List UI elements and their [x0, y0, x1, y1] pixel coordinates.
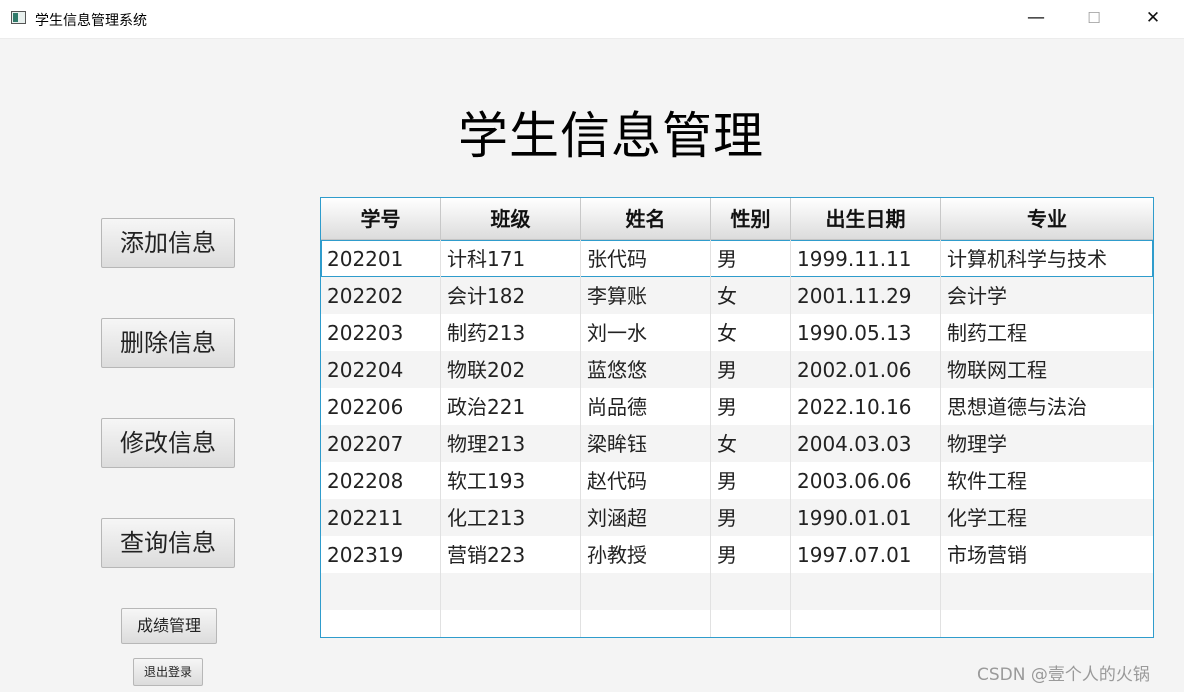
- table-cell: 化工213: [441, 499, 581, 536]
- watermark: CSDN @壹个人的火锅: [977, 665, 1150, 685]
- table-cell: [581, 573, 711, 610]
- table-cell: 孙教授: [581, 536, 711, 573]
- table-cell: 制药工程: [947, 321, 1027, 345]
- maximize-button[interactable]: ☐: [1065, 0, 1123, 38]
- table-cell: 男: [711, 462, 791, 499]
- column-header-name[interactable]: 姓名: [581, 198, 711, 239]
- table-cell: 赵代码: [581, 462, 711, 499]
- table-row[interactable]: 202201 计科171 张代码男 1999.11.11 计算机科学与技术: [321, 240, 1153, 277]
- table-cell: 202319: [321, 536, 441, 573]
- table-cell: 女: [711, 425, 791, 462]
- table-row[interactable]: 202206 政治221 尚品德男 2022.10.16 思想道德与法治: [321, 388, 1153, 425]
- table-cell: 202208: [321, 462, 441, 499]
- table-cell: 尚品德: [581, 388, 711, 425]
- query-info-button[interactable]: 查询信息: [101, 518, 235, 568]
- table-cell: 男: [711, 240, 791, 277]
- table-row-empty[interactable]: [321, 610, 1153, 637]
- table-cell: [791, 573, 941, 610]
- table-cell: 男: [711, 388, 791, 425]
- table-cell: [711, 610, 791, 637]
- table-cell: 2003.06.06: [791, 462, 941, 499]
- minimize-button[interactable]: —: [1007, 0, 1065, 38]
- window-title: 学生信息管理系统: [35, 13, 147, 29]
- table-cell: 2004.03.03: [791, 425, 941, 462]
- table-cell: 刘涵超: [581, 499, 711, 536]
- table-cell: 物联网工程: [947, 358, 1047, 382]
- table-cell: 会计182: [441, 277, 581, 314]
- table-cell: 化学工程: [947, 506, 1027, 530]
- table-row[interactable]: 202319 营销223 孙教授男 1997.07.01 市场营销: [321, 536, 1153, 573]
- table-cell: 物理学: [947, 432, 1007, 456]
- table-row[interactable]: 202203 制药213 刘一水女 1990.05.13 制药工程: [321, 314, 1153, 351]
- table-cell: 计算机科学与技术: [947, 247, 1107, 271]
- table-cell: 政治221: [441, 388, 581, 425]
- table-cell: 1990.01.01: [791, 499, 941, 536]
- table-row[interactable]: 202208 软工193 赵代码男 2003.06.06 软件工程: [321, 462, 1153, 499]
- table-cell: [441, 610, 581, 637]
- table-cell: [941, 573, 1153, 610]
- column-header-birthdate[interactable]: 出生日期: [791, 198, 941, 239]
- table-cell: 女: [711, 277, 791, 314]
- table-cell: 刘一水: [581, 314, 711, 351]
- table-cell: 202202: [321, 277, 441, 314]
- table-cell: 蓝悠悠: [581, 351, 711, 388]
- table-cell: 男: [711, 499, 791, 536]
- table-cell: 男: [711, 351, 791, 388]
- table-cell: 202211: [321, 499, 441, 536]
- table-cell: 2001.11.29: [791, 277, 941, 314]
- table-cell: 软件工程: [947, 469, 1027, 493]
- student-table[interactable]: 学号 班级 姓名 性别 出生日期 专业 202201 计科171 张代码男 1999.…: [320, 197, 1154, 638]
- table-cell: 计科171: [441, 240, 581, 277]
- table-cell: 软工193: [441, 462, 581, 499]
- table-row[interactable]: 202211 化工213 刘涵超男 1990.01.01 化学工程: [321, 499, 1153, 536]
- delete-info-button[interactable]: 删除信息: [101, 318, 235, 368]
- column-header-gender[interactable]: 性别: [711, 198, 791, 239]
- page-title: 学生信息管理: [458, 107, 764, 165]
- table-cell: 男: [711, 536, 791, 573]
- table-cell: 物理213: [441, 425, 581, 462]
- column-header-major[interactable]: 专业: [941, 198, 1153, 239]
- logout-button[interactable]: 退出登录: [133, 658, 203, 686]
- table-cell: [441, 573, 581, 610]
- column-header-student-id[interactable]: 学号: [321, 198, 441, 239]
- table-cell: 2022.10.16: [791, 388, 941, 425]
- table-row[interactable]: 202202 会计182 李算账女 2001.11.29 会计学: [321, 277, 1153, 314]
- table-cell: 思想道德与法治: [947, 395, 1087, 419]
- grade-management-button[interactable]: 成绩管理: [121, 608, 217, 644]
- table-cell: 张代码: [581, 240, 711, 277]
- table-cell: 202204: [321, 351, 441, 388]
- table-cell: 2002.01.06: [791, 351, 941, 388]
- table-cell: 1997.07.01: [791, 536, 941, 573]
- modify-info-button[interactable]: 修改信息: [101, 418, 235, 468]
- close-button[interactable]: ✕: [1124, 0, 1182, 38]
- table-cell: 女: [711, 314, 791, 351]
- table-cell: [711, 573, 791, 610]
- table-cell: [791, 610, 941, 637]
- title-bar: 学生信息管理系统 — ☐ ✕: [0, 0, 1184, 39]
- table-cell: 物联202: [441, 351, 581, 388]
- table-cell: 202207: [321, 425, 441, 462]
- table-cell: 会计学: [947, 284, 1007, 308]
- table-cell: [581, 610, 711, 637]
- table-cell: 制药213: [441, 314, 581, 351]
- table-cell: 202203: [321, 314, 441, 351]
- add-info-button[interactable]: 添加信息: [101, 218, 235, 268]
- table-cell: 梁眸钰: [581, 425, 711, 462]
- table-cell: 营销223: [441, 536, 581, 573]
- table-cell: 李算账: [581, 277, 711, 314]
- app-icon: [11, 11, 26, 24]
- table-cell: [941, 610, 1153, 637]
- table-row[interactable]: 202207 物理213 梁眸钰女 2004.03.03 物理学: [321, 425, 1153, 462]
- table-cell: 202206: [321, 388, 441, 425]
- table-cell: [321, 573, 441, 610]
- table-cell: 市场营销: [947, 543, 1027, 567]
- table-row-empty[interactable]: [321, 573, 1153, 610]
- table-cell: 202201: [321, 240, 441, 277]
- column-header-class[interactable]: 班级: [441, 198, 581, 239]
- table-header: 学号 班级 姓名 性别 出生日期 专业: [321, 198, 1153, 240]
- table-cell: [321, 610, 441, 637]
- table-cell: 1999.11.11: [791, 240, 941, 277]
- table-cell: 1990.05.13: [791, 314, 941, 351]
- table-row[interactable]: 202204 物联202 蓝悠悠男 2002.01.06 物联网工程: [321, 351, 1153, 388]
